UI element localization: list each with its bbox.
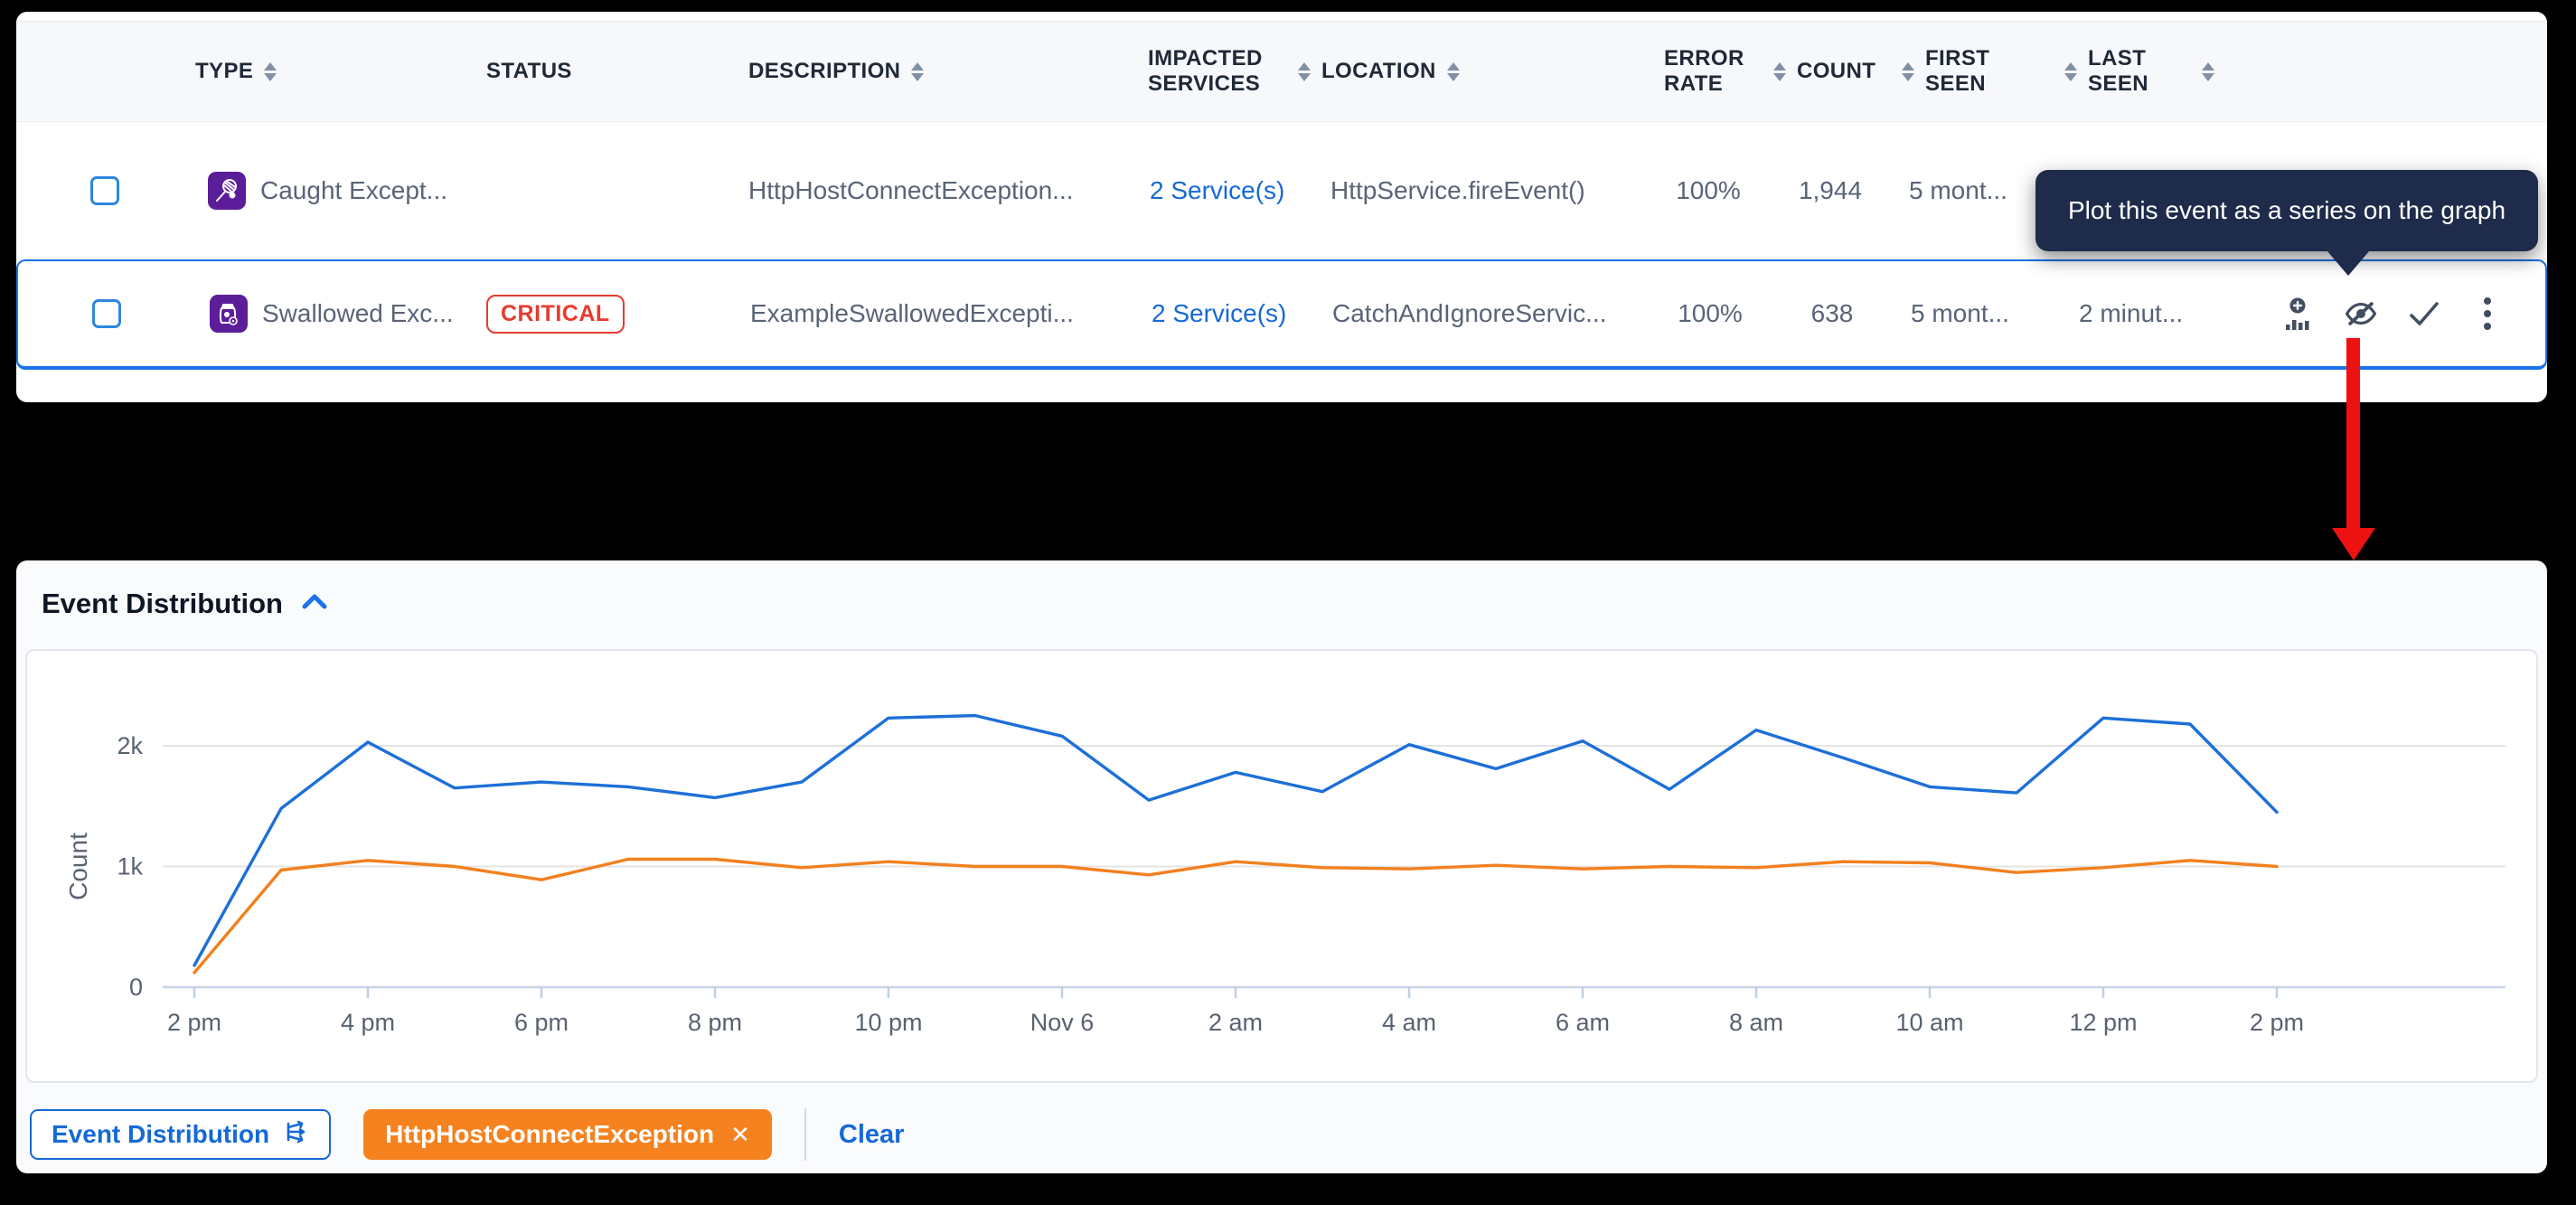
more-options-kebab-icon[interactable] — [2469, 296, 2505, 332]
chart-card: 0 1k 2k Count 2 pm 4 pm 6 pm 8 pm 10 pm Nov 6 2 am… — [25, 649, 2538, 1083]
column-header-location[interactable]: LOCATION — [1293, 59, 1645, 84]
row-checkbox[interactable] — [90, 176, 119, 205]
impacted-services-cell: 2 Service(s) — [1123, 299, 1294, 328]
column-label: LOCATION — [1321, 59, 1436, 84]
count-cell: 1,944 — [1772, 176, 1889, 205]
type-label: Caught Except... — [260, 176, 447, 205]
type-cell: Caught Except... — [145, 172, 470, 210]
sort-icon[interactable] — [264, 62, 277, 81]
column-label: LAST SEEN — [2088, 46, 2191, 96]
column-label: COUNT — [1797, 59, 1876, 84]
sort-icon[interactable] — [2064, 62, 2077, 81]
services-link[interactable]: 2 Service(s) — [1150, 176, 1284, 204]
column-label: STATUS — [486, 59, 572, 84]
svg-text:Nov 6: Nov 6 — [1030, 1009, 1095, 1036]
svg-text:10 am: 10 am — [1895, 1009, 1963, 1036]
first-seen-cell: 5 mont... — [1891, 299, 2054, 328]
event-distribution-series-button[interactable]: Event Distribution — [30, 1109, 331, 1160]
column-label: ERROR RATE — [1664, 46, 1740, 96]
swallowed-exception-icon — [210, 295, 248, 333]
sort-icon[interactable] — [1773, 62, 1786, 81]
svg-text:6 am: 6 am — [1556, 1009, 1610, 1036]
chart-legend-row: Event Distribution HttpHostConnectExcept… — [30, 1108, 904, 1161]
description-cell: ExampleSwallowedExcepti... — [734, 299, 1123, 328]
series-button-label: Event Distribution — [52, 1120, 269, 1149]
type-cell: Swallowed Exc... — [146, 295, 472, 333]
svg-text:0: 0 — [129, 974, 143, 1001]
location-cell: CatchAndIgnoreServic... — [1294, 299, 1647, 328]
collapse-chevron-up-icon[interactable] — [301, 592, 328, 617]
plot-series-icon[interactable] — [2280, 296, 2316, 332]
svg-text:4 pm: 4 pm — [341, 1009, 395, 1036]
svg-text:Count: Count — [64, 833, 92, 900]
hide-event-eye-off-icon[interactable] — [2343, 296, 2379, 332]
column-header-error-rate[interactable]: ERROR RATE — [1645, 46, 1772, 96]
column-label: DESCRIPTION — [748, 59, 900, 84]
row-actions — [2216, 296, 2545, 332]
tooltip-text: Plot this event as a series on the graph — [2068, 196, 2505, 225]
svg-text:4 am: 4 am — [1382, 1009, 1436, 1036]
svg-text:6 pm: 6 pm — [514, 1009, 569, 1036]
resolve-check-icon[interactable] — [2406, 296, 2442, 332]
sort-icon[interactable] — [1298, 62, 1311, 81]
clear-series-link[interactable]: Clear — [839, 1120, 905, 1150]
column-label: FIRST SEEN — [1925, 46, 2052, 96]
status-cell: CRITICAL — [472, 295, 734, 334]
column-header-impacted-services[interactable]: IMPACTED SERVICES — [1121, 46, 1293, 96]
svg-text:2 pm: 2 pm — [2250, 1009, 2304, 1036]
caught-exception-icon — [208, 172, 246, 210]
count-cell: 638 — [1773, 299, 1891, 328]
sort-icon[interactable] — [1447, 62, 1460, 81]
svg-text:2k: 2k — [117, 732, 143, 759]
column-header-last-seen[interactable]: LAST SEEN — [2052, 46, 2214, 96]
column-header-status[interactable]: STATUS — [470, 59, 732, 84]
sort-icon[interactable] — [2202, 62, 2214, 81]
table-row-selected[interactable]: Swallowed Exc... CRITICAL ExampleSwallow… — [16, 259, 2547, 370]
location-cell: HttpService.fireEvent() — [1293, 176, 1645, 205]
svg-text:12 pm: 12 pm — [2069, 1009, 2137, 1036]
column-header-type[interactable]: TYPE — [145, 59, 470, 84]
svg-text:2 pm: 2 pm — [167, 1009, 221, 1036]
last-seen-cell: 2 minut... — [2054, 299, 2216, 328]
svg-text:2 am: 2 am — [1208, 1009, 1263, 1036]
annotation-arrow-shaft — [2346, 338, 2360, 530]
screen: TYPE STATUS DESCRIPTION IMPACTED SERVICE… — [0, 0, 2576, 1205]
row-checkbox-cell — [18, 299, 146, 328]
remove-series-x-icon[interactable]: ✕ — [730, 1121, 750, 1149]
column-label: IMPACTED SERVICES — [1148, 46, 1256, 96]
description-cell: HttpHostConnectException... — [732, 176, 1121, 205]
services-link[interactable]: 2 Service(s) — [1152, 299, 1286, 327]
legend-divider — [804, 1108, 806, 1161]
annotation-arrow-head — [2332, 528, 2375, 560]
http-host-connect-exception-chip[interactable]: HttpHostConnectException ✕ — [363, 1109, 772, 1160]
branch-arrows-icon — [284, 1119, 309, 1151]
table-header-row: TYPE STATUS DESCRIPTION IMPACTED SERVICE… — [16, 21, 2547, 122]
first-seen-cell: 5 mont... — [1889, 176, 2052, 205]
chart-title-row: Event Distribution — [42, 588, 328, 620]
event-distribution-panel: Event Distribution 0 1k 2k Count 2 pm 4 pm 6 p… — [16, 560, 2547, 1173]
sort-icon[interactable] — [1902, 62, 1914, 81]
column-label: TYPE — [195, 59, 253, 84]
plot-event-tooltip: Plot this event as a series on the graph — [2035, 170, 2538, 251]
impacted-services-cell: 2 Service(s) — [1121, 176, 1293, 205]
error-rate-cell: 100% — [1645, 176, 1772, 205]
sort-icon[interactable] — [911, 62, 924, 81]
svg-text:8 pm: 8 pm — [688, 1009, 742, 1036]
column-header-count[interactable]: COUNT — [1772, 59, 1889, 84]
error-rate-cell: 100% — [1647, 299, 1773, 328]
series-chip-label: HttpHostConnectException — [385, 1120, 714, 1149]
row-checkbox[interactable] — [92, 299, 121, 328]
critical-status-badge: CRITICAL — [486, 295, 625, 334]
column-header-description[interactable]: DESCRIPTION — [732, 59, 1121, 84]
svg-text:10 pm: 10 pm — [854, 1009, 922, 1036]
chart-title: Event Distribution — [42, 588, 283, 620]
event-distribution-chart: 0 1k 2k Count 2 pm 4 pm 6 pm 8 pm 10 pm Nov 6 2 am… — [27, 651, 2536, 1081]
svg-text:1k: 1k — [117, 853, 143, 880]
column-header-first-seen[interactable]: FIRST SEEN — [1889, 46, 2052, 96]
type-label: Swallowed Exc... — [262, 299, 454, 328]
row-checkbox-cell — [16, 176, 145, 205]
svg-text:8 am: 8 am — [1729, 1009, 1783, 1036]
